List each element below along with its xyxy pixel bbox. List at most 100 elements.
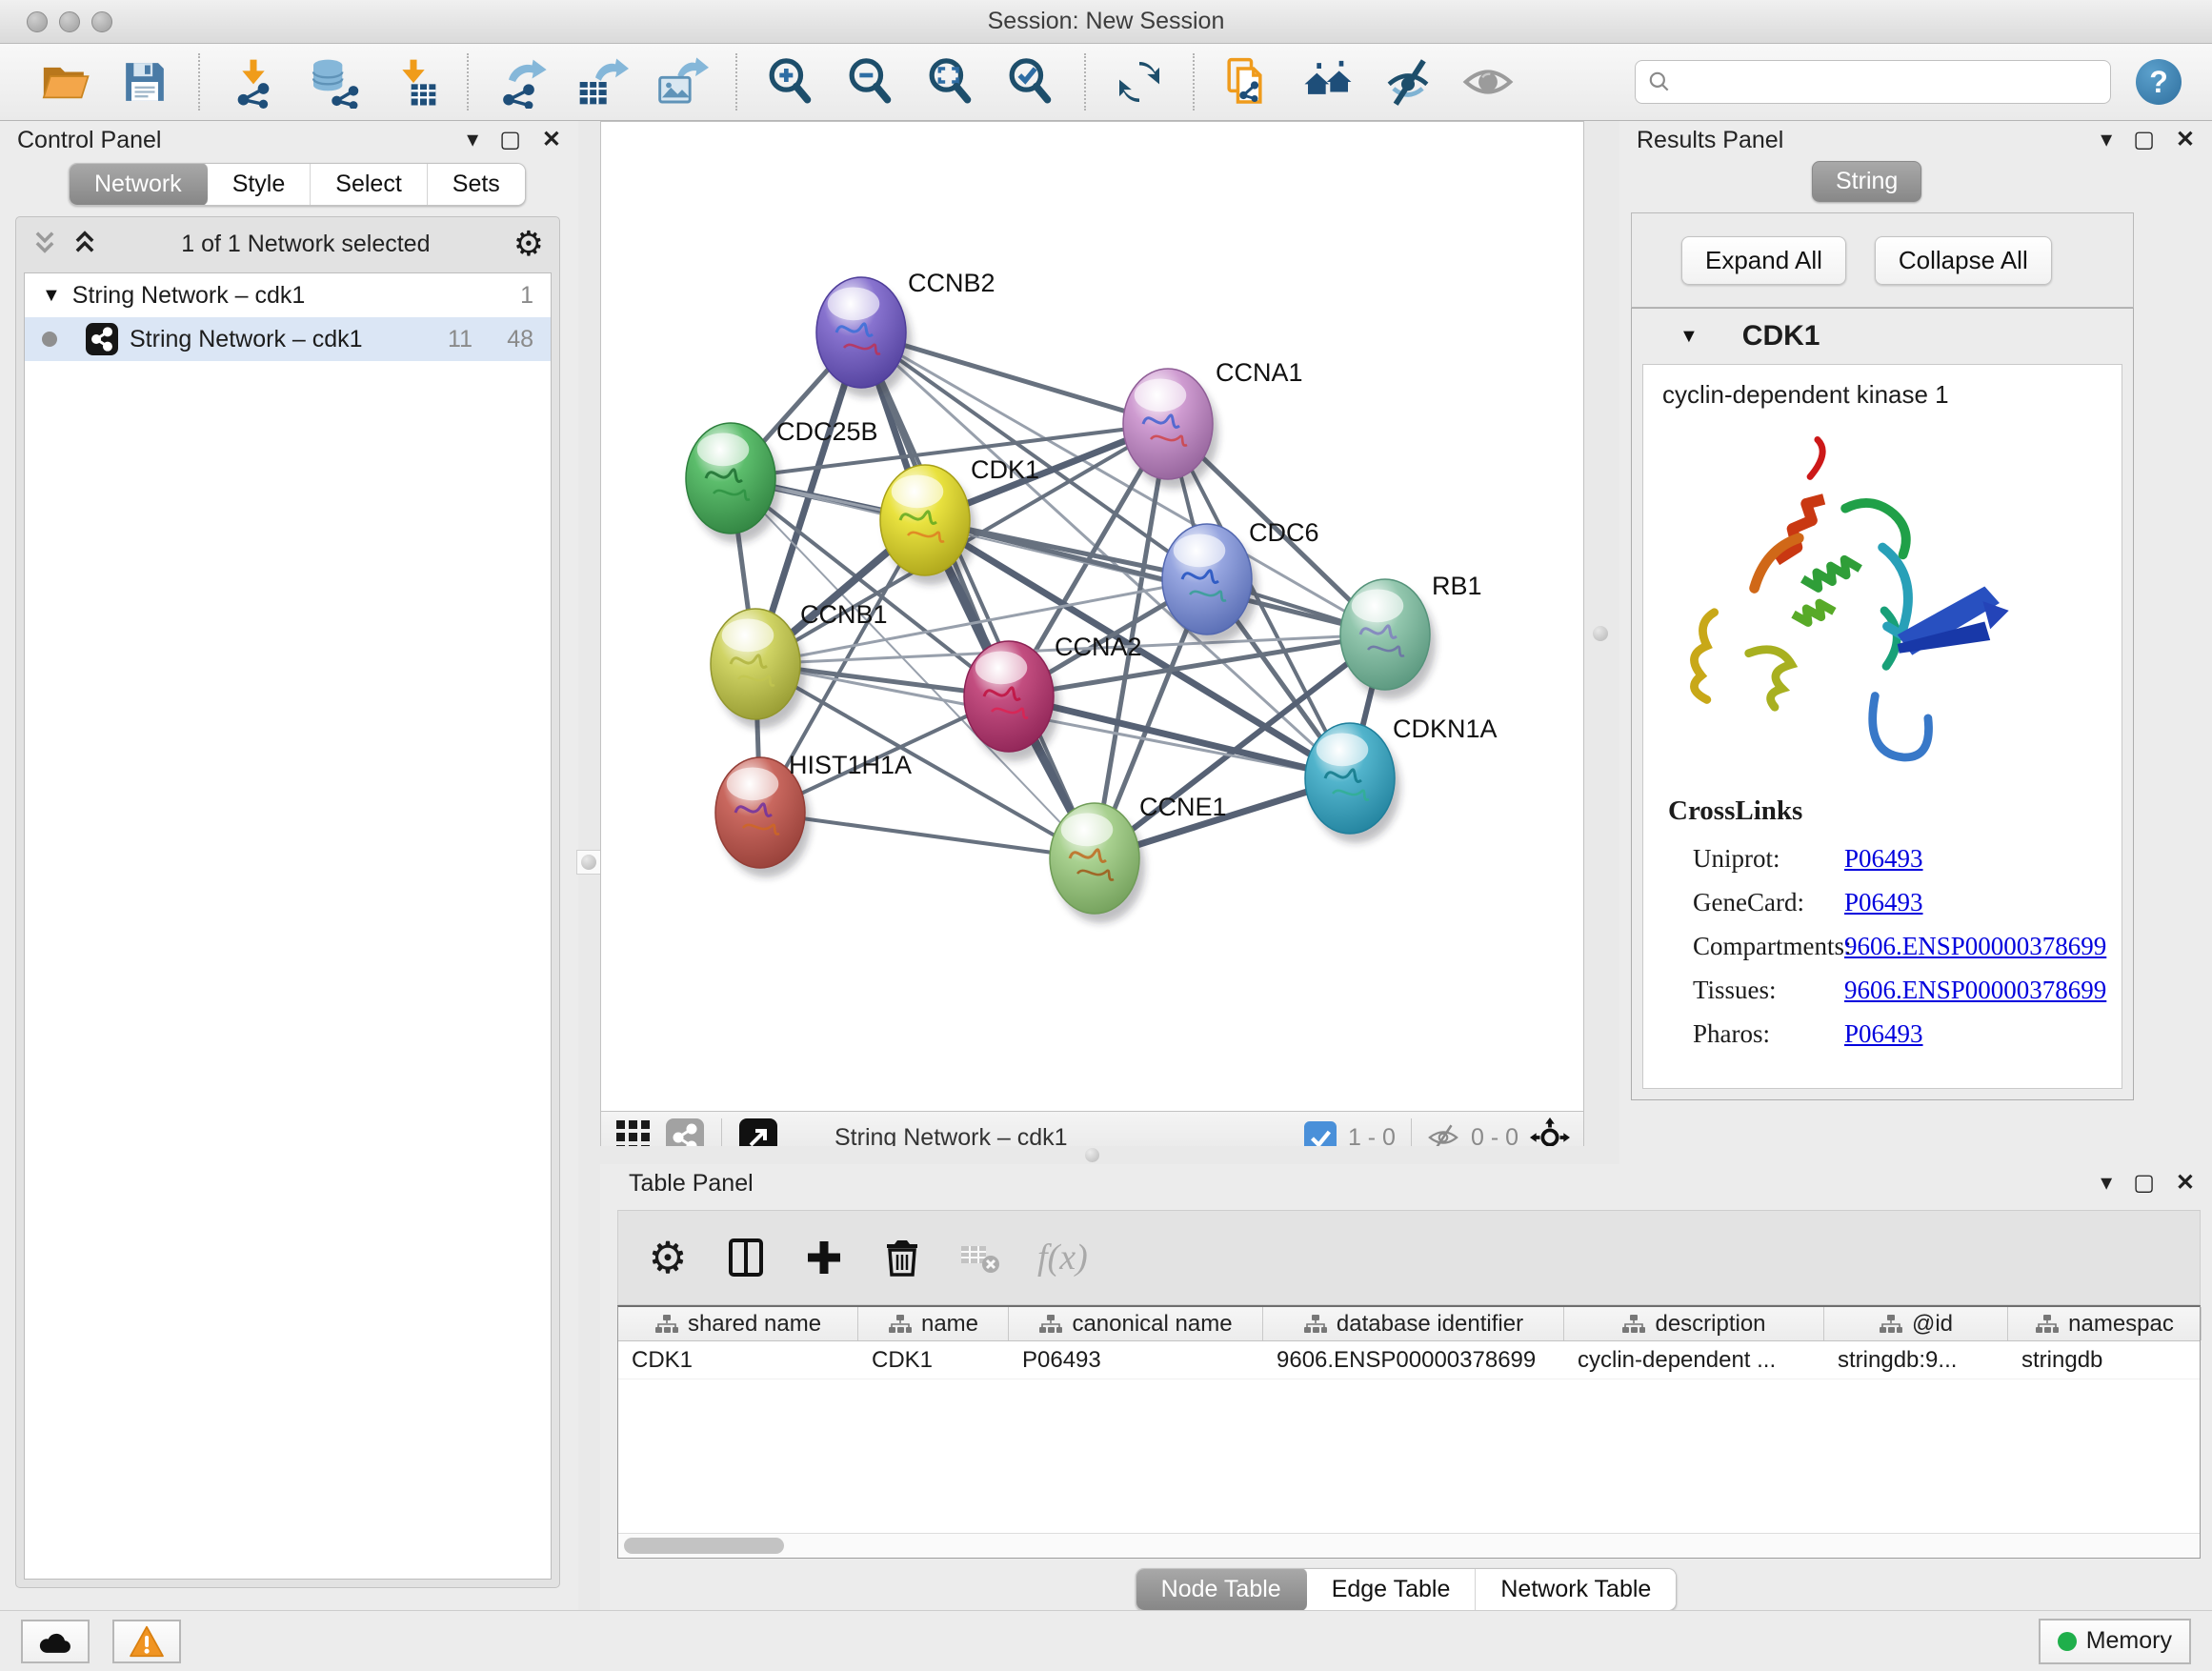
collection-expander-icon[interactable]: ▼	[42, 285, 61, 307]
network-options-gear-icon[interactable]: ⚙	[513, 227, 544, 261]
column-header-shared-name[interactable]: shared name	[618, 1307, 858, 1340]
refresh-button[interactable]	[1112, 54, 1167, 110]
tab-string[interactable]: String	[1812, 161, 1921, 202]
column-header-name[interactable]: name	[858, 1307, 1009, 1340]
close-window-button[interactable]	[27, 11, 48, 32]
column-header-namespac[interactable]: namespac	[2008, 1307, 2202, 1340]
collapse-all-button[interactable]: Collapse All	[1875, 236, 2052, 285]
home-button[interactable]	[1300, 54, 1356, 110]
node-label-cdc25b: CDC25B	[776, 417, 878, 446]
panel-menu-icon[interactable]: ▾	[467, 129, 478, 151]
import-table-icon	[387, 55, 440, 109]
network-canvas[interactable]: CCNB2CCNA1CDC25BCDK1CDC6RB1CCNB1CCNA2CDK…	[601, 122, 1583, 1092]
import-network-button[interactable]	[226, 54, 281, 110]
column-header--id[interactable]: @id	[1824, 1307, 2008, 1340]
node-entry-header[interactable]: ▼ CDK1	[1632, 309, 2133, 364]
crosslink-link[interactable]: 9606.ENSP00000378699	[1844, 932, 2106, 961]
node-table[interactable]: shared namenamecanonical namedatabase id…	[617, 1305, 2201, 1559]
crosslink-link[interactable]: P06493	[1844, 1019, 1923, 1049]
network-node-cdkn1a[interactable]	[1305, 723, 1400, 843]
tab-network-table[interactable]: Network Table	[1476, 1569, 1676, 1610]
zoom-out-icon	[844, 55, 897, 109]
table-horizontal-scrollbar[interactable]	[618, 1533, 2200, 1558]
zoom-out-button[interactable]	[843, 54, 898, 110]
status-bar: Memory	[0, 1610, 2212, 1671]
network-node-cdk1[interactable]	[880, 465, 975, 585]
network-node-ccna1[interactable]	[1123, 369, 1218, 489]
add-column-icon[interactable]	[803, 1237, 845, 1278]
help-button[interactable]: ?	[2136, 59, 2182, 105]
search-box[interactable]	[1635, 60, 2111, 104]
collapse-all-networks-icon[interactable]	[31, 229, 58, 260]
window-title: Session: New Session	[0, 8, 2212, 35]
hide-annotations-button[interactable]	[1380, 54, 1436, 110]
search-input[interactable]	[1679, 69, 2099, 95]
table-row[interactable]: CDK1CDK1P064939606.ENSP00000378699cyclin…	[618, 1341, 2200, 1379]
delete-column-trash-icon[interactable]	[881, 1237, 923, 1278]
network-edge[interactable]	[861, 332, 1095, 858]
tab-edge-table[interactable]: Edge Table	[1307, 1569, 1477, 1610]
tab-node-table[interactable]: Node Table	[1136, 1568, 1308, 1611]
panel-float-icon[interactable]: ▢	[499, 129, 521, 151]
panel-close-icon[interactable]: ✕	[542, 129, 561, 151]
right-splitter-handle[interactable]	[1588, 621, 1613, 646]
panel-float-icon[interactable]: ▢	[2133, 1172, 2155, 1195]
maximize-window-button[interactable]	[91, 11, 112, 32]
tab-select[interactable]: Select	[311, 164, 427, 205]
tab-style[interactable]: Style	[208, 164, 312, 205]
save-session-button[interactable]	[117, 54, 172, 110]
open-session-button[interactable]	[37, 54, 92, 110]
import-database-button[interactable]	[306, 54, 361, 110]
left-splitter-handle[interactable]	[576, 850, 601, 875]
column-header-database-identifier[interactable]: database identifier	[1263, 1307, 1564, 1340]
control-panel-tabs: NetworkStyleSelectSets	[69, 163, 526, 206]
panel-menu-icon[interactable]: ▾	[2101, 129, 2112, 151]
network-node-rb1[interactable]	[1340, 579, 1436, 699]
network-node-ccnb2[interactable]	[816, 277, 912, 397]
tab-sets[interactable]: Sets	[428, 164, 525, 205]
tab-network[interactable]: Network	[69, 163, 209, 206]
network-node-cdc6[interactable]	[1162, 524, 1257, 644]
column-header-description[interactable]: description	[1564, 1307, 1824, 1340]
clone-network-button[interactable]	[1220, 54, 1276, 110]
zoom-selected-button[interactable]	[1003, 54, 1058, 110]
panel-menu-icon[interactable]: ▾	[2101, 1172, 2112, 1195]
function-builder-icon[interactable]: f(x)	[1037, 1237, 1088, 1278]
export-network-button[interactable]	[494, 54, 550, 110]
warnings-button[interactable]	[112, 1620, 181, 1663]
column-header-canonical-name[interactable]: canonical name	[1009, 1307, 1263, 1340]
panel-close-icon[interactable]: ✕	[2176, 1172, 2195, 1195]
crosslink-link[interactable]: P06493	[1844, 888, 1923, 917]
show-details-button[interactable]	[1460, 54, 1516, 110]
cloud-status-button[interactable]	[21, 1620, 90, 1663]
clear-table-icon[interactable]	[959, 1237, 1001, 1278]
network-collection-row[interactable]: ▼String Network – cdk11	[25, 273, 551, 317]
left-splitter[interactable]	[578, 121, 600, 1610]
crosslink-link[interactable]: 9606.ENSP00000378699	[1844, 976, 2106, 1005]
import-table-button[interactable]	[386, 54, 441, 110]
network-node-ccne1[interactable]	[1050, 803, 1145, 923]
memory-button[interactable]: Memory	[2039, 1619, 2191, 1664]
expand-all-button[interactable]: Expand All	[1681, 236, 1846, 285]
crosslink-link[interactable]: P06493	[1844, 844, 1923, 874]
clone-network-icon	[1221, 55, 1275, 109]
zoom-in-button[interactable]	[763, 54, 818, 110]
panel-float-icon[interactable]: ▢	[2133, 129, 2155, 151]
show-columns-icon[interactable]	[725, 1237, 767, 1278]
right-splitter[interactable]	[1584, 121, 1619, 1164]
protein-structure-image	[1659, 419, 2122, 795]
column-header-label: namespac	[2068, 1311, 2174, 1338]
zoom-fit-button[interactable]	[923, 54, 978, 110]
network-view[interactable]: CCNB2CCNA1CDC25BCDK1CDC6RB1CCNB1CCNA2CDK…	[600, 121, 1584, 1164]
table-options-gear-icon[interactable]: ⚙	[647, 1237, 689, 1278]
panel-close-icon[interactable]: ✕	[2176, 129, 2195, 151]
export-table-button[interactable]	[574, 54, 630, 110]
expand-all-networks-icon[interactable]	[71, 229, 98, 260]
network-node-ccnb1[interactable]	[711, 609, 806, 729]
export-image-button[interactable]	[654, 54, 710, 110]
horizontal-splitter[interactable]	[600, 1146, 1584, 1164]
minimize-window-button[interactable]	[59, 11, 80, 32]
collapse-entry-icon[interactable]: ▼	[1679, 326, 1699, 348]
network-node-ccna2[interactable]	[964, 641, 1059, 761]
network-row[interactable]: String Network – cdk11148	[25, 317, 551, 361]
